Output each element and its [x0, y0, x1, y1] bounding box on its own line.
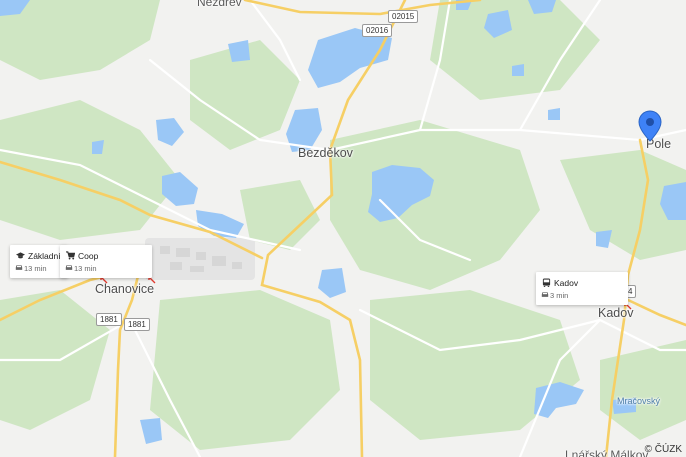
road-shield: 1881: [124, 318, 150, 331]
poi-card-title: Základní: [28, 251, 61, 261]
poi-card-shop[interactable]: Coop 13 min: [60, 245, 152, 278]
car-icon: [65, 265, 73, 270]
location-pin-icon[interactable]: [638, 110, 662, 142]
place-label-nezdrev: Nezdřev: [197, 0, 242, 9]
car-icon: [15, 265, 23, 270]
road-shield: 02016: [362, 24, 393, 37]
shopping-cart-icon: [66, 251, 75, 260]
poi-card-title: Kadov: [554, 278, 579, 288]
map-copyright: © ČÚZK: [644, 444, 682, 455]
poi-card-title: Coop: [78, 251, 99, 261]
place-label-chanovice: Chanovice: [95, 282, 155, 296]
poi-card-time: 13 min: [24, 264, 47, 273]
poi-card-bus-stop[interactable]: Kadov 3 min: [536, 272, 628, 305]
poi-card-time: 3 min: [550, 291, 569, 300]
road-shield: 1881: [96, 313, 122, 326]
map-view[interactable]: Nezdřev Bezděkov Pole Chanovice Kadov Mr…: [0, 0, 686, 457]
car-icon: [541, 292, 549, 297]
place-label-bezdekov: Bezděkov: [298, 146, 353, 160]
place-label-lnarsky-malkov: Lnářský Málkov: [565, 448, 649, 457]
road-shield: 02015: [388, 10, 419, 23]
bus-icon: [542, 278, 551, 287]
poi-card-time: 13 min: [74, 264, 97, 273]
place-label-mracovsky: Mračovský: [617, 396, 661, 406]
map-canvas: [0, 0, 686, 457]
school-icon: [16, 252, 25, 259]
